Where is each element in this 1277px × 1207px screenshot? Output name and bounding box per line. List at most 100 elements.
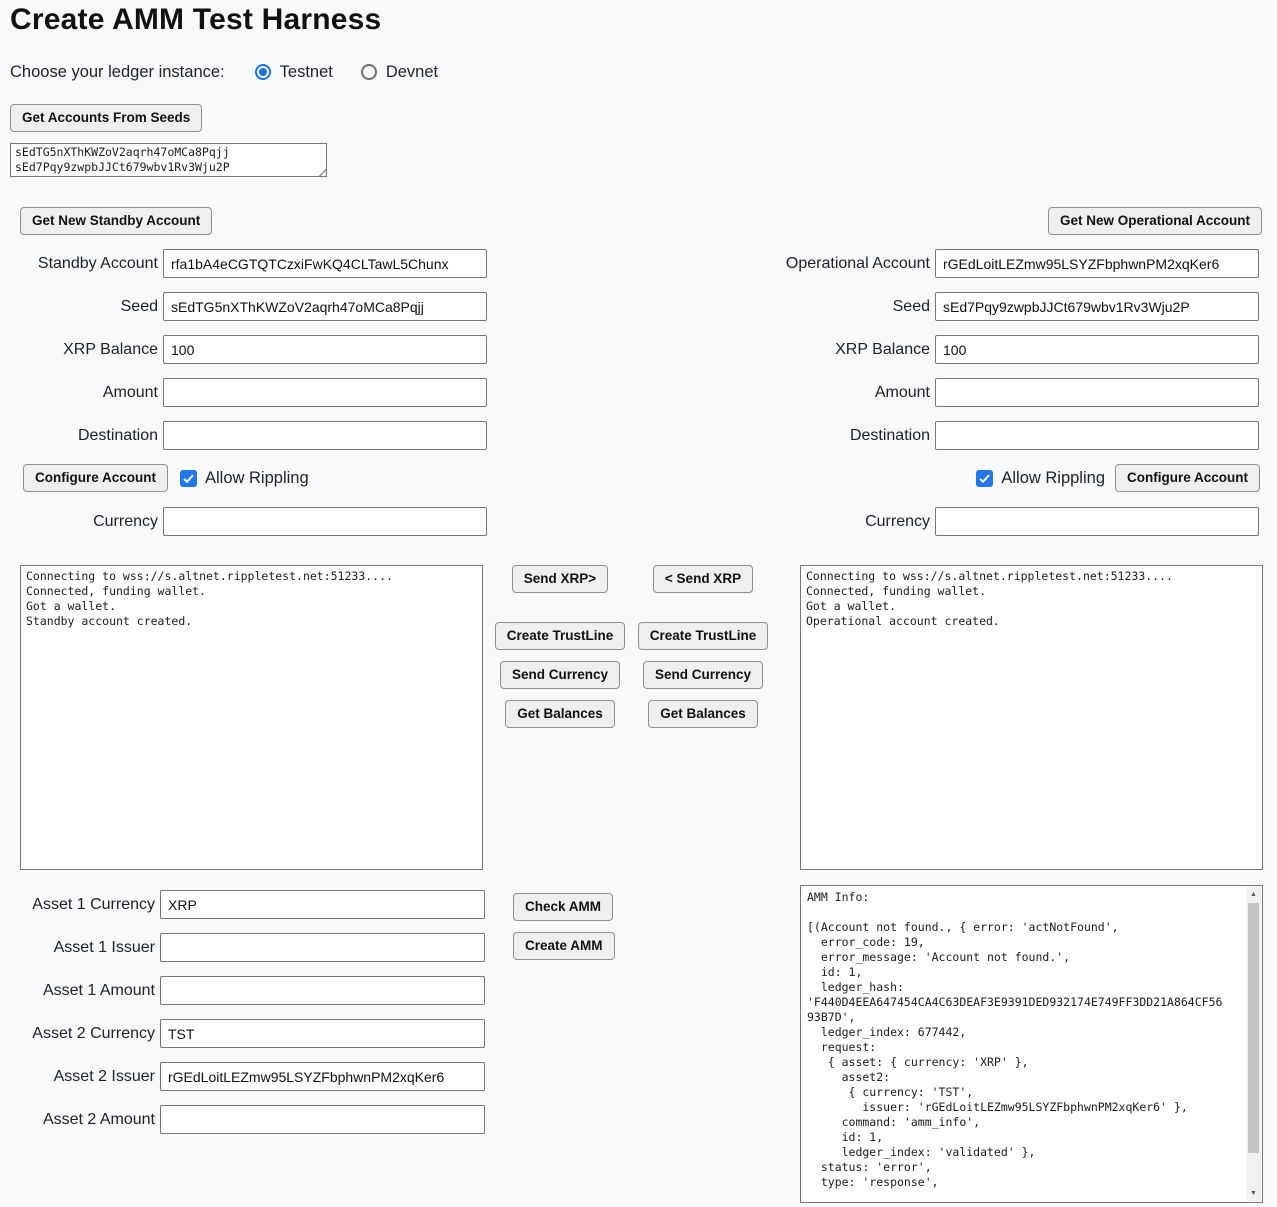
operational-log-textarea[interactable] <box>800 565 1263 870</box>
create-amm-button[interactable]: Create AMM <box>513 932 615 960</box>
asset1-currency-label: Asset 1 Currency <box>0 896 160 914</box>
standby-send-xrp-button[interactable]: Send XRP> <box>512 565 608 593</box>
check-amm-button[interactable]: Check AMM <box>513 893 613 921</box>
amm-info-box[interactable]: AMM Info: [(Account not found., { error:… <box>800 885 1263 1203</box>
standby-log-textarea[interactable] <box>20 565 483 870</box>
seeds-textarea-wrap <box>10 143 327 177</box>
ledger-instance-chooser: Choose your ledger instance: Testnet Dev… <box>10 59 438 85</box>
devnet-radio-label[interactable]: Devnet <box>386 63 438 82</box>
operational-xrp-balance-field[interactable] <box>935 335 1259 364</box>
seeds-textarea[interactable] <box>10 143 327 177</box>
standby-xrp-balance-label: XRP Balance <box>0 341 163 359</box>
standby-account-field[interactable] <box>163 249 487 278</box>
form-row: Asset 1 Issuer <box>0 933 485 962</box>
standby-get-balances-button[interactable]: Get Balances <box>505 700 615 728</box>
form-row: XRP Balance <box>0 335 487 364</box>
form-row: Seed <box>705 292 1259 321</box>
testnet-radio-group[interactable]: Testnet <box>255 63 333 82</box>
asset1-issuer-field[interactable] <box>160 933 485 962</box>
standby-seed-label: Seed <box>0 298 163 316</box>
standby-configure-row: Configure Account Allow Rippling <box>23 464 309 492</box>
asset2-currency-label: Asset 2 Currency <box>0 1025 160 1043</box>
operational-amount-label: Amount <box>705 384 935 402</box>
asset1-issuer-label: Asset 1 Issuer <box>0 939 160 957</box>
checkmark-icon <box>978 472 991 485</box>
operational-get-balances-button[interactable]: Get Balances <box>648 700 758 728</box>
page-title: Create AMM Test Harness <box>10 3 381 37</box>
operational-xrp-balance-label: XRP Balance <box>705 341 935 359</box>
testnet-radio-label[interactable]: Testnet <box>280 63 333 82</box>
standby-configure-account-button[interactable]: Configure Account <box>23 464 168 492</box>
asset2-currency-field[interactable] <box>160 1019 485 1048</box>
devnet-radio-group[interactable]: Devnet <box>361 63 438 82</box>
operational-destination-field[interactable] <box>935 421 1259 450</box>
form-row: XRP Balance <box>705 335 1259 364</box>
devnet-radio[interactable] <box>361 64 377 80</box>
operational-configure-account-button[interactable]: Configure Account <box>1115 464 1260 492</box>
standby-currency-row: Currency <box>0 507 487 536</box>
form-row: Amount <box>0 378 487 407</box>
standby-send-currency-button[interactable]: Send Currency <box>500 661 620 689</box>
operational-currency-row: Currency <box>705 507 1259 536</box>
form-row: Asset 2 Issuer <box>0 1062 485 1091</box>
operational-actions: < Send XRP Create TrustLine Send Currenc… <box>640 565 766 739</box>
asset2-issuer-label: Asset 2 Issuer <box>0 1068 160 1086</box>
standby-create-trustline-button[interactable]: Create TrustLine <box>495 622 626 650</box>
amm-info-scrollbar[interactable]: ▲ ▼ <box>1246 887 1261 1201</box>
asset1-amount-field[interactable] <box>160 976 485 1005</box>
operational-configure-row: Allow Rippling Configure Account <box>976 464 1260 492</box>
form-row: Destination <box>0 421 487 450</box>
form-row: Seed <box>0 292 487 321</box>
standby-destination-label: Destination <box>0 427 163 445</box>
form-row: Destination <box>705 421 1259 450</box>
standby-seed-field[interactable] <box>163 292 487 321</box>
form-row: Operational Account <box>705 249 1259 278</box>
asset2-amount-label: Asset 2 Amount <box>0 1111 160 1129</box>
standby-destination-field[interactable] <box>163 421 487 450</box>
standby-xrp-balance-field[interactable] <box>163 335 487 364</box>
operational-currency-field[interactable] <box>935 507 1259 536</box>
amm-action-buttons: Check AMM Create AMM <box>513 893 615 960</box>
standby-allow-rippling-checkbox[interactable] <box>180 470 197 487</box>
operational-allow-rippling-checkbox[interactable] <box>976 470 993 487</box>
amm-asset-form: Asset 1 Currency Asset 1 Issuer Asset 1 … <box>0 890 485 1148</box>
operational-account-form: Operational Account Seed XRP Balance Amo… <box>705 249 1259 464</box>
ledger-instance-label: Choose your ledger instance: <box>10 63 225 82</box>
form-row: Asset 1 Currency <box>0 890 485 919</box>
form-row: Asset 2 Currency <box>0 1019 485 1048</box>
operational-account-field[interactable] <box>935 249 1259 278</box>
asset1-currency-field[interactable] <box>160 890 485 919</box>
asset2-amount-field[interactable] <box>160 1105 485 1134</box>
form-row: Standby Account <box>0 249 487 278</box>
scrollbar-thumb[interactable] <box>1248 903 1259 1153</box>
operational-send-xrp-button[interactable]: < Send XRP <box>653 565 753 593</box>
operational-currency-label: Currency <box>705 513 935 531</box>
testnet-radio[interactable] <box>255 64 271 80</box>
operational-allow-rippling-label[interactable]: Allow Rippling <box>1001 469 1105 488</box>
standby-allow-rippling-label[interactable]: Allow Rippling <box>205 469 309 488</box>
form-row: Asset 2 Amount <box>0 1105 485 1134</box>
asset2-issuer-field[interactable] <box>160 1062 485 1091</box>
operational-create-trustline-button[interactable]: Create TrustLine <box>638 622 769 650</box>
get-accounts-from-seeds-button[interactable]: Get Accounts From Seeds <box>10 104 202 132</box>
standby-currency-label: Currency <box>0 513 163 531</box>
form-row: Asset 1 Amount <box>0 976 485 1005</box>
asset1-amount-label: Asset 1 Amount <box>0 982 160 1000</box>
standby-currency-field[interactable] <box>163 507 487 536</box>
operational-seed-label: Seed <box>705 298 935 316</box>
standby-actions: Send XRP> Create TrustLine Send Currency… <box>497 565 623 739</box>
operational-amount-field[interactable] <box>935 378 1259 407</box>
scroll-down-icon[interactable]: ▼ <box>1246 1186 1261 1201</box>
scroll-up-icon[interactable]: ▲ <box>1246 887 1261 902</box>
amm-info-text: AMM Info: [(Account not found., { error:… <box>801 886 1246 1202</box>
standby-account-form: Standby Account Seed XRP Balance Amount … <box>0 249 487 464</box>
operational-destination-label: Destination <box>705 427 935 445</box>
operational-seed-field[interactable] <box>935 292 1259 321</box>
operational-send-currency-button[interactable]: Send Currency <box>643 661 763 689</box>
get-new-operational-account-button[interactable]: Get New Operational Account <box>1048 207 1262 235</box>
get-new-standby-account-button[interactable]: Get New Standby Account <box>20 207 212 235</box>
standby-amount-field[interactable] <box>163 378 487 407</box>
standby-account-label: Standby Account <box>0 255 163 273</box>
standby-amount-label: Amount <box>0 384 163 402</box>
checkmark-icon <box>182 472 195 485</box>
